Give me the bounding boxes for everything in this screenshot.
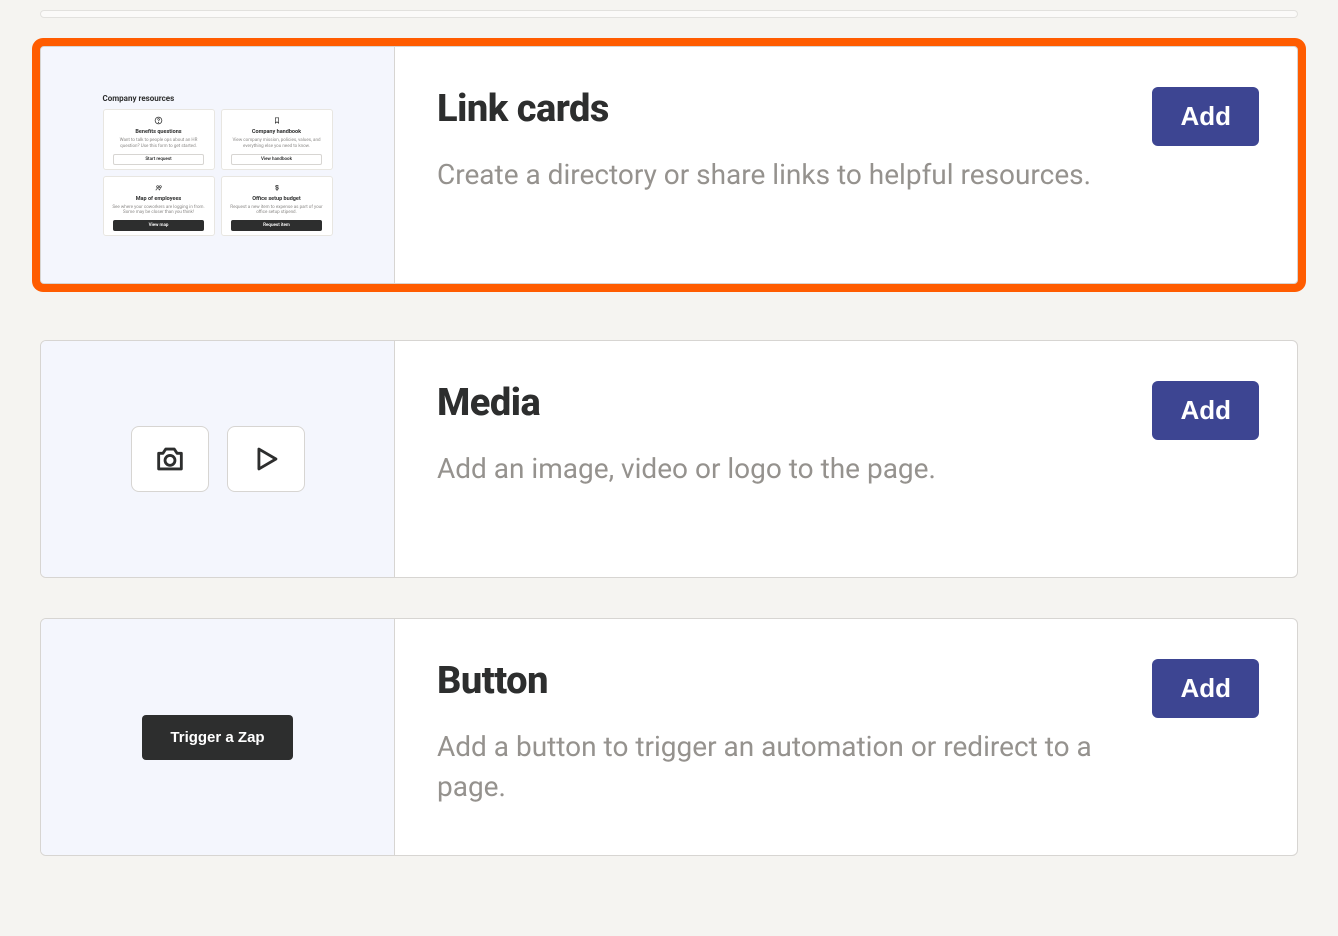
camera-icon bbox=[131, 426, 209, 492]
tile-desc: Request a new item to expense as part of… bbox=[226, 205, 328, 217]
dollar-icon bbox=[272, 183, 282, 193]
link-card-tile: Map of employees See where your coworker… bbox=[103, 176, 215, 237]
option-text: Link cards Create a directory or share l… bbox=[437, 87, 1122, 195]
help-icon bbox=[154, 116, 164, 126]
preview-media bbox=[41, 341, 395, 577]
link-cards-mock: Company resources Benefits questions Wan… bbox=[103, 94, 333, 236]
option-card-media: Media Add an image, video or logo to the… bbox=[40, 340, 1298, 578]
tile-button: Request item bbox=[231, 220, 323, 231]
option-description: Add an image, video or logo to the page. bbox=[437, 449, 1122, 489]
tile-desc: See where your coworkers are logging in … bbox=[108, 205, 210, 217]
link-cards-mock-heading: Company resources bbox=[103, 94, 333, 103]
add-link-cards-button[interactable]: Add bbox=[1152, 87, 1259, 146]
media-icons-row bbox=[131, 426, 305, 492]
option-text: Media Add an image, video or logo to the… bbox=[437, 381, 1122, 489]
tile-button: Start request bbox=[113, 154, 205, 165]
link-card-tile: Company handbook View company mission, p… bbox=[221, 109, 333, 170]
tile-desc: View company mission, policies, values, … bbox=[226, 138, 328, 150]
play-icon bbox=[227, 426, 305, 492]
preview-link-cards: Company resources Benefits questions Wan… bbox=[41, 47, 395, 283]
preview-button: Trigger a Zap bbox=[41, 619, 395, 855]
option-text: Button Add a button to trigger an automa… bbox=[437, 659, 1122, 807]
option-description: Add a button to trigger an automation or… bbox=[437, 727, 1122, 807]
tile-desc: Want to talk to people ops about an HR q… bbox=[108, 138, 210, 150]
option-title: Link cards bbox=[437, 87, 1122, 131]
option-content: Link cards Create a directory or share l… bbox=[395, 47, 1297, 283]
link-cards-mock-grid: Benefits questions Want to talk to peopl… bbox=[103, 109, 333, 236]
option-content: Media Add an image, video or logo to the… bbox=[395, 341, 1297, 577]
tile-button: View map bbox=[113, 220, 205, 231]
option-title: Button bbox=[437, 659, 1122, 703]
link-card-tile: Benefits questions Want to talk to peopl… bbox=[103, 109, 215, 170]
option-description: Create a directory or share links to hel… bbox=[437, 155, 1122, 195]
tile-title: Map of employees bbox=[136, 196, 182, 202]
tile-title: Company handbook bbox=[252, 129, 301, 135]
bookmark-icon bbox=[272, 116, 282, 126]
add-media-button[interactable]: Add bbox=[1152, 381, 1259, 440]
option-title: Media bbox=[437, 381, 1122, 425]
option-card-button: Trigger a Zap Button Add a button to tri… bbox=[40, 618, 1298, 856]
add-button-button[interactable]: Add bbox=[1152, 659, 1259, 718]
trigger-zap-button-preview: Trigger a Zap bbox=[142, 715, 292, 760]
previous-option-card-edge bbox=[40, 10, 1298, 18]
option-content: Button Add a button to trigger an automa… bbox=[395, 619, 1297, 855]
link-card-tile: Office setup budget Request a new item t… bbox=[221, 176, 333, 237]
people-icon bbox=[154, 183, 164, 193]
tile-title: Office setup budget bbox=[252, 196, 301, 202]
tile-title: Benefits questions bbox=[135, 129, 181, 135]
tile-button: View handbook bbox=[231, 154, 323, 165]
option-card-link-cards: Company resources Benefits questions Wan… bbox=[40, 46, 1298, 284]
